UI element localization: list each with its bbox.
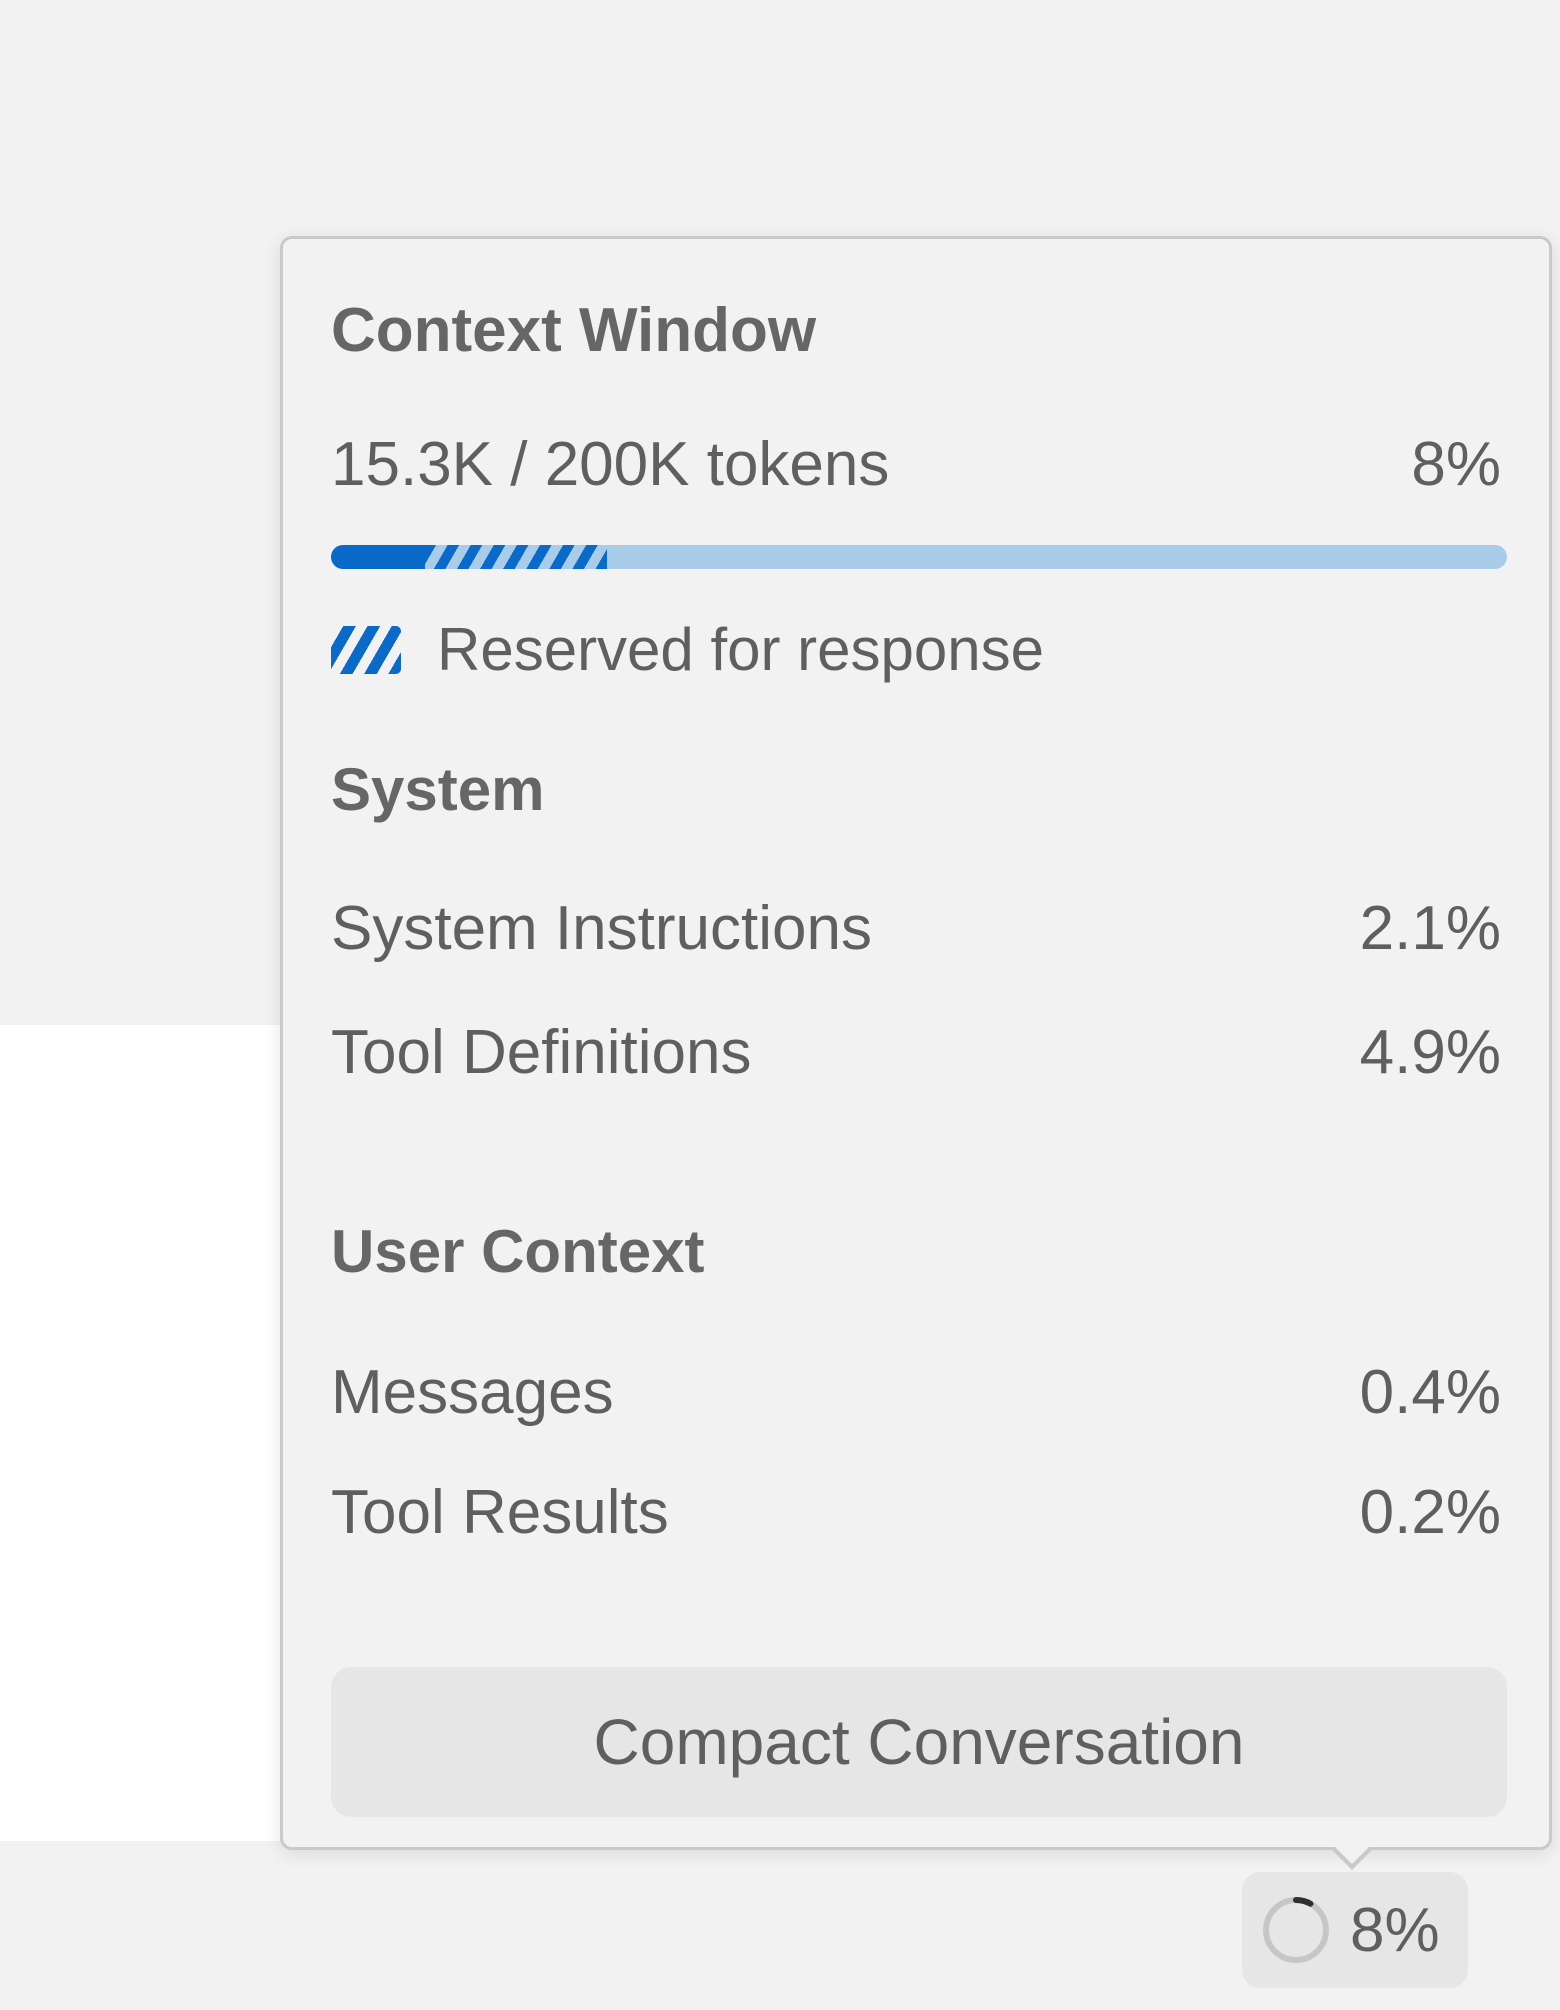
token-usage-text: 15.3K / 200K tokens xyxy=(331,430,890,499)
progress-used-fill xyxy=(331,545,426,569)
row-label: System Instructions xyxy=(331,894,872,963)
context-progress-bar xyxy=(331,545,1507,569)
reserved-legend-label: Reserved for response xyxy=(437,616,1044,683)
context-window-popover: Context Window 15.3K / 200K tokens 8% Re… xyxy=(280,236,1552,1850)
content-pane xyxy=(0,1025,285,1841)
row-label: Tool Definitions xyxy=(331,1018,752,1087)
striped-swatch-icon xyxy=(331,625,401,674)
row-value: 0.4% xyxy=(1359,1358,1501,1427)
system-instructions-row: System Instructions 2.1% xyxy=(331,893,1501,964)
row-value: 0.2% xyxy=(1359,1478,1501,1547)
progress-ring-icon xyxy=(1263,1897,1329,1963)
progress-reserved-fill xyxy=(425,545,608,569)
system-section-heading: System xyxy=(331,756,545,823)
row-label: Messages xyxy=(331,1358,614,1427)
popover-caret-fill xyxy=(1333,1845,1371,1864)
tool-definitions-row: Tool Definitions 4.9% xyxy=(331,1017,1501,1088)
row-value: 2.1% xyxy=(1359,894,1501,963)
messages-row: Messages 0.4% xyxy=(331,1357,1501,1428)
tool-results-row: Tool Results 0.2% xyxy=(331,1477,1501,1548)
token-usage-percent: 8% xyxy=(1411,430,1501,499)
context-usage-status-button[interactable]: 8% xyxy=(1242,1872,1468,1988)
reserved-legend: Reserved for response xyxy=(331,615,1044,684)
user-context-section-heading: User Context xyxy=(331,1218,705,1285)
status-percent-text: 8% xyxy=(1350,1895,1440,1965)
token-usage-row: 15.3K / 200K tokens 8% xyxy=(331,429,1501,500)
compact-conversation-button[interactable]: Compact Conversation xyxy=(331,1667,1507,1817)
popover-title: Context Window xyxy=(331,296,817,365)
row-label: Tool Results xyxy=(331,1478,669,1547)
row-value: 4.9% xyxy=(1359,1018,1501,1087)
